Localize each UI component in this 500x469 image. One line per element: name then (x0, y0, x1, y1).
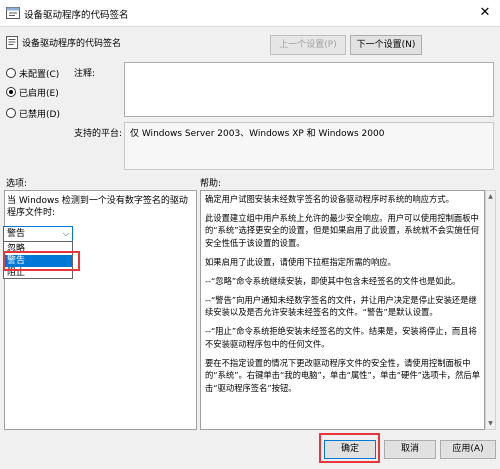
help-paragraph: 此设置建立组中用户系统上允许的最少安全响应。用户可以使用控制面板中的“系统”选择… (205, 212, 480, 249)
radio-circle[interactable] (6, 68, 16, 78)
cancel-button[interactable]: 取消 (384, 440, 436, 459)
response-select[interactable]: 警告 ⌵ (3, 226, 73, 242)
help-paragraph: --“警告”向用户通知未经数字签名的文件，并让用户决定是停止安装还是继续安装以及… (205, 294, 477, 318)
help-title: 帮助: (200, 179, 222, 189)
apply-button[interactable]: 应用(A) (440, 440, 496, 459)
radio-label: 未配置(C) (19, 69, 60, 80)
chevron-down-icon[interactable]: ⌵ (63, 227, 69, 241)
options-title: 选项: (6, 179, 28, 189)
next-setting-button[interactable]: 下一个设置(N) (350, 35, 422, 55)
comment-field[interactable] (124, 62, 494, 117)
scroll-up-icon[interactable]: ▲ (486, 191, 495, 202)
help-paragraph: 要在不指定设置的情况下更改驱动程序文件的安全性，请使用控制面板中的“系统”。右键… (205, 357, 480, 393)
radio-label: 已启用(E) (19, 88, 59, 99)
platform-field: 仅 Windows Server 2003、Windows XP 和 Windo… (124, 122, 494, 170)
help-paragraph: --“阻止”命令系统拒绝安装未经签名的文件。结果是，安装将停止，而且将不安装驱动… (205, 326, 477, 349)
platform-label: 支持的平台: (74, 129, 123, 139)
radio-label: 已禁用(D) (19, 109, 60, 120)
help-pane: 确定用户试图安装未经数字签名的设备驱动程序时系统的响应方式。 此设置建立组中用户… (200, 190, 485, 430)
radio-not-configured[interactable]: 未配置(C) (6, 66, 59, 80)
previous-setting-button[interactable]: 上一个设置(P) (270, 35, 346, 55)
setting-title: 设备驱动程序的代码签名 (22, 39, 122, 49)
radio-circle[interactable] (6, 108, 16, 118)
scroll-down-icon[interactable]: ▼ (486, 418, 495, 429)
radio-circle[interactable] (6, 87, 16, 97)
help-paragraph: 确定用户试图安装未经数字签名的设备驱动程序时系统的响应方式。 (205, 194, 454, 204)
close-button[interactable]: ✕ (470, 0, 500, 26)
radio-disabled[interactable]: 已禁用(D) (6, 106, 60, 120)
radio-enabled[interactable]: 已启用(E) (6, 85, 59, 99)
help-paragraph: 如果启用了此设置，请使用下拉框指定所需的响应。 (205, 256, 396, 267)
annotation-highlight-warn (3, 251, 80, 271)
help-paragraph: --“忽略”命令系统继续安装，即使其中包含未经签名的文件也是如此。 (205, 275, 461, 286)
help-scrollbar[interactable]: ▲ ▼ (485, 190, 496, 430)
setting-icon (6, 36, 18, 49)
window-title: 设备驱动程序的代码签名 (24, 10, 129, 21)
comment-label: 注释: (74, 69, 96, 79)
options-prompt: 当 Windows 检测到一个没有数字签名的驱动 程序文件时: (7, 195, 195, 219)
options-prompt-line1: 当 Windows 检测到一个没有数字签名的驱动 (7, 196, 188, 206)
options-prompt-line2: 程序文件时: (7, 208, 56, 218)
ok-button[interactable]: 确定 (324, 440, 376, 459)
policy-icon (6, 7, 20, 19)
title-divider (0, 26, 500, 27)
select-value: 警告 (7, 229, 26, 239)
